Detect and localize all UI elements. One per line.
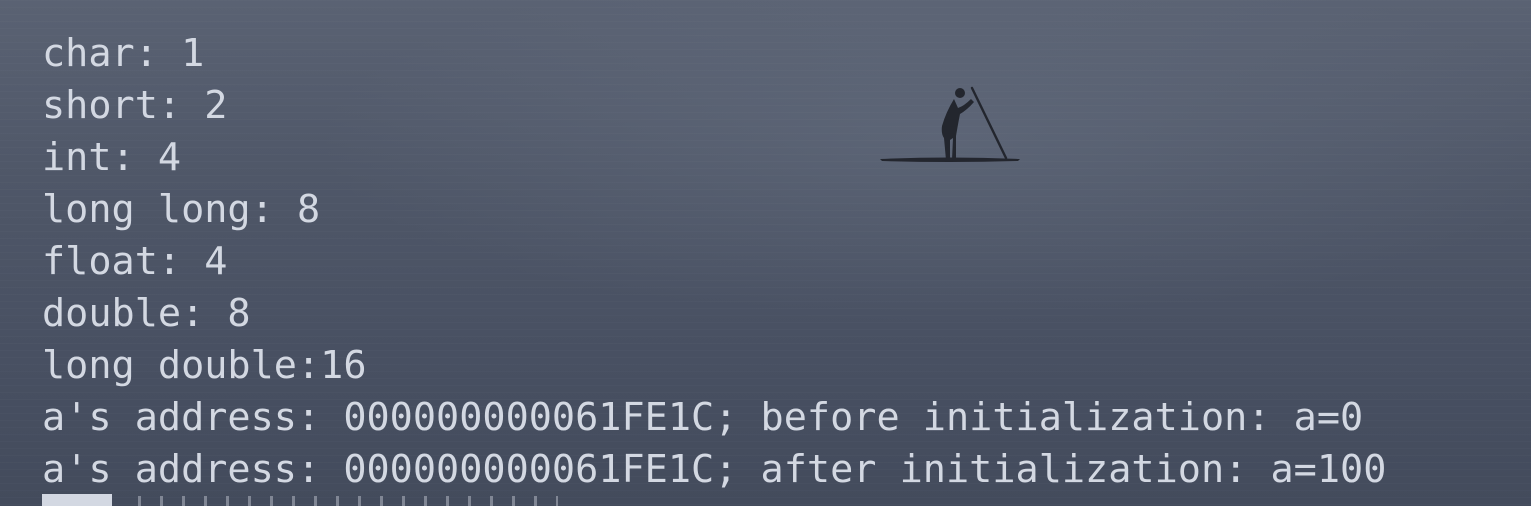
output-line-double-size: double: 8 [42,291,251,336]
terminal-output: char: 1 short: 2 int: 4 long long: 8 flo… [42,28,1512,496]
output-line-address-before-init: a's address: 000000000061FE1C; before in… [42,395,1364,440]
output-line-address-after-init: a's address: 000000000061FE1C; after ini… [42,447,1387,492]
output-line-float-size: float: 4 [42,239,228,284]
terminal-prompt-row[interactable] [42,494,642,506]
clipped-text-line [138,496,558,506]
output-line-long-double-size: long double:16 [42,343,367,388]
output-line-long-long-size: long long: 8 [42,187,321,232]
output-line-short-size: short: 2 [42,83,228,128]
text-cursor [42,494,112,506]
output-line-int-size: int: 4 [42,135,182,180]
output-line-char-size: char: 1 [42,31,205,76]
